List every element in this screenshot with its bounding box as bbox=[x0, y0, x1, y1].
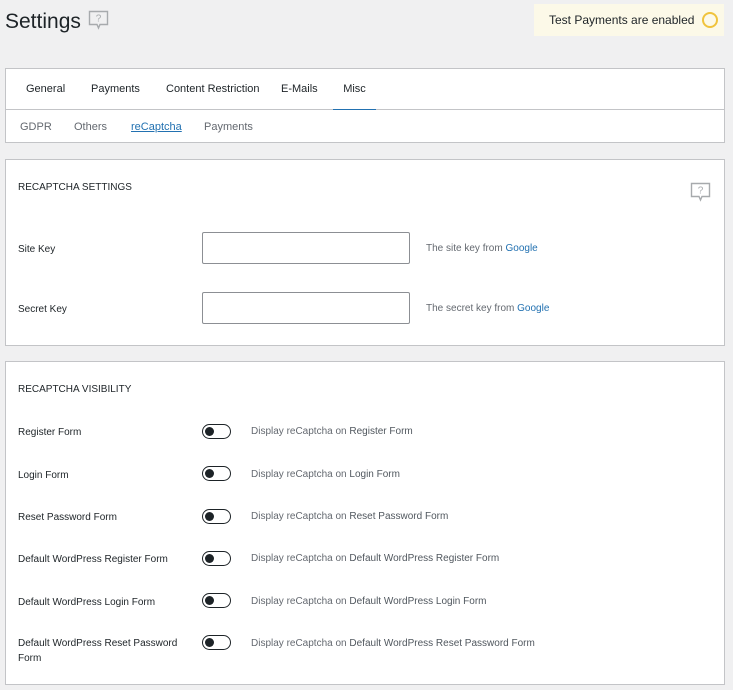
tab-general[interactable]: General bbox=[26, 69, 65, 110]
help-prefix: Display reCaptcha on bbox=[251, 426, 347, 437]
reset-password-form-toggle[interactable] bbox=[202, 509, 231, 524]
help-icon[interactable]: ? bbox=[88, 10, 109, 30]
help-target: Reset Password Form bbox=[349, 511, 449, 522]
secret-key-help-text: The secret key from bbox=[426, 303, 515, 314]
help-prefix: Display reCaptcha on bbox=[251, 638, 347, 649]
test-payments-text: Test Payments are enabled bbox=[549, 13, 695, 27]
site-key-help-text: The site key from bbox=[426, 243, 503, 254]
help-prefix: Display reCaptcha on bbox=[251, 511, 347, 522]
subtab-others[interactable]: Others bbox=[74, 110, 107, 144]
help-target: Default WordPress Register Form bbox=[349, 553, 500, 564]
register-form-help: Display reCaptcha on Register Form bbox=[251, 425, 413, 439]
test-payments-notice: Test Payments are enabled bbox=[534, 4, 724, 36]
secret-key-input[interactable] bbox=[202, 292, 410, 324]
login-form-toggle[interactable] bbox=[202, 466, 231, 481]
wp-register-form-help: Display reCaptcha on Default WordPress R… bbox=[251, 552, 499, 566]
toggle-knob bbox=[205, 596, 214, 605]
subtab-recaptcha[interactable]: reCaptcha bbox=[131, 110, 182, 144]
site-key-google-link[interactable]: Google bbox=[505, 243, 537, 254]
status-ring-icon bbox=[702, 12, 719, 28]
login-form-label: Login Form bbox=[18, 470, 69, 481]
help-prefix: Display reCaptcha on bbox=[251, 553, 347, 564]
recaptcha-visibility-title: RECAPTCHA VISIBILITY bbox=[18, 384, 132, 395]
reset-password-form-label: Reset Password Form bbox=[18, 512, 117, 523]
help-icon[interactable]: ? bbox=[690, 182, 711, 202]
main-tabs: General Payments Content Restriction E-M… bbox=[6, 69, 724, 110]
wp-reset-password-form-label: Default WordPress Reset Password Form bbox=[18, 638, 178, 664]
help-target: Default WordPress Login Form bbox=[349, 596, 487, 607]
sub-tabs: GDPR Others reCaptcha Payments bbox=[6, 110, 724, 142]
svg-text:?: ? bbox=[698, 186, 704, 197]
register-form-toggle[interactable] bbox=[202, 424, 231, 439]
site-key-label: Site Key bbox=[18, 244, 56, 255]
wp-login-form-toggle[interactable] bbox=[202, 593, 231, 608]
toggle-knob bbox=[205, 638, 214, 647]
toggle-knob bbox=[205, 554, 214, 563]
help-target: Register Form bbox=[349, 426, 413, 437]
help-target: Login Form bbox=[349, 469, 400, 480]
help-prefix: Display reCaptcha on bbox=[251, 469, 347, 480]
wp-login-form-help: Display reCaptcha on Default WordPress L… bbox=[251, 595, 486, 609]
recaptcha-settings-title: RECAPTCHA SETTINGS bbox=[18, 182, 132, 193]
tab-payments[interactable]: Payments bbox=[91, 69, 140, 110]
help-target: Default WordPress Reset Password Form bbox=[349, 638, 535, 649]
toggle-knob bbox=[205, 469, 214, 478]
wp-reset-password-form-toggle[interactable] bbox=[202, 635, 231, 650]
wp-register-form-toggle[interactable] bbox=[202, 551, 231, 566]
help-prefix: Display reCaptcha on bbox=[251, 596, 347, 607]
toggle-knob bbox=[205, 427, 214, 436]
tab-emails[interactable]: E-Mails bbox=[281, 69, 318, 110]
toggle-knob bbox=[205, 512, 214, 521]
site-key-help: The site key from Google bbox=[426, 242, 538, 256]
tab-content-restriction[interactable]: Content Restriction bbox=[166, 69, 260, 110]
svg-text:?: ? bbox=[96, 14, 102, 25]
subtab-payments[interactable]: Payments bbox=[204, 110, 253, 144]
page-title: Settings bbox=[5, 10, 81, 33]
settings-tabs-card: General Payments Content Restriction E-M… bbox=[5, 68, 725, 143]
secret-key-google-link[interactable]: Google bbox=[517, 303, 549, 314]
recaptcha-visibility-card: RECAPTCHA VISIBILITY Register Form Displ… bbox=[5, 361, 725, 685]
site-key-input[interactable] bbox=[202, 232, 410, 264]
wp-reset-password-form-help: Display reCaptcha on Default WordPress R… bbox=[251, 637, 535, 651]
secret-key-label: Secret Key bbox=[18, 304, 67, 315]
secret-key-help: The secret key from Google bbox=[426, 302, 549, 316]
wp-login-form-label: Default WordPress Login Form bbox=[18, 597, 156, 608]
subtab-gdpr[interactable]: GDPR bbox=[20, 110, 52, 144]
wp-register-form-label: Default WordPress Register Form bbox=[18, 554, 168, 565]
register-form-label: Register Form bbox=[18, 427, 82, 438]
login-form-help: Display reCaptcha on Login Form bbox=[251, 468, 400, 482]
reset-password-form-help: Display reCaptcha on Reset Password Form bbox=[251, 510, 448, 524]
recaptcha-settings-card: RECAPTCHA SETTINGS ? Site Key The site k… bbox=[5, 159, 725, 346]
tab-misc[interactable]: Misc bbox=[333, 69, 376, 110]
